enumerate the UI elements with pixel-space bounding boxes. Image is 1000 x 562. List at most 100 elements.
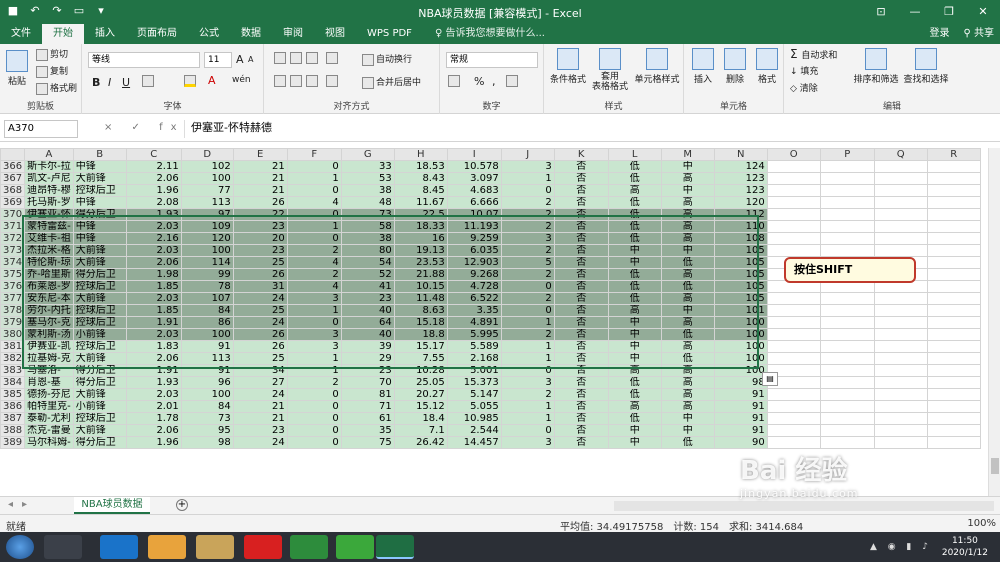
cell[interactable]: 24 (232, 316, 288, 329)
cell[interactable]: 蒙特雷兹- (24, 220, 74, 233)
cell[interactable] (873, 184, 928, 197)
cell[interactable]: 105 (713, 292, 768, 305)
cell[interactable] (926, 292, 981, 305)
cell[interactable] (873, 328, 928, 341)
format-painter-button[interactable]: 格式刷 (36, 81, 77, 95)
cell[interactable]: 高 (660, 172, 715, 185)
cell[interactable] (819, 352, 875, 365)
cell[interactable]: 中 (607, 328, 662, 341)
cell[interactable] (766, 436, 821, 449)
cell[interactable]: 否 (553, 184, 609, 197)
cell[interactable]: 拉基姆-克 (24, 352, 74, 365)
column-header[interactable]: G (340, 148, 395, 161)
cell[interactable]: 4.891 (446, 316, 502, 329)
cell[interactable] (873, 160, 928, 173)
cell[interactable]: 0 (286, 412, 342, 425)
cell[interactable]: 97 (180, 208, 234, 221)
cell[interactable]: 0 (286, 388, 342, 401)
add-sheet-icon[interactable]: + (176, 499, 188, 511)
border-button[interactable] (142, 75, 156, 87)
cell[interactable]: 马塞洛- (24, 364, 74, 377)
row-header[interactable]: 388 (0, 424, 26, 437)
system-tray[interactable]: ▲ ◉ ▮ ♪ (870, 542, 932, 552)
fill-color-button[interactable] (184, 75, 198, 87)
cell[interactable]: 2.03 (125, 244, 182, 257)
cell[interactable] (766, 304, 821, 317)
cell[interactable]: 15.12 (393, 400, 448, 413)
tab-home[interactable]: 开始 (42, 24, 84, 44)
cell[interactable]: 91 (713, 388, 768, 401)
cell[interactable]: 4.683 (446, 184, 502, 197)
cell[interactable] (873, 436, 928, 449)
cell[interactable] (819, 412, 875, 425)
cell[interactable]: 否 (553, 436, 609, 449)
cell[interactable] (766, 160, 821, 173)
cell[interactable] (873, 316, 928, 329)
cell[interactable]: 大前锋 (72, 292, 127, 305)
cell[interactable]: 112 (713, 208, 768, 221)
cell[interactable]: 否 (553, 388, 609, 401)
cell[interactable] (819, 364, 875, 377)
cell[interactable]: 得分后卫 (72, 208, 127, 221)
cell[interactable]: 24 (232, 292, 288, 305)
cell[interactable]: 11.48 (393, 292, 448, 305)
cell[interactable]: 低 (607, 292, 662, 305)
cell[interactable]: 10.28 (393, 364, 448, 377)
cell[interactable]: 123 (713, 172, 768, 185)
quick-analysis-icon[interactable]: ▤ (762, 372, 778, 386)
cell[interactable]: 1.93 (125, 208, 182, 221)
cell[interactable] (926, 388, 981, 401)
fill-button[interactable]: ↓ 填充 (790, 64, 818, 77)
cell[interactable] (926, 364, 981, 377)
cell[interactable]: 0 (286, 160, 342, 173)
cell[interactable]: 中 (607, 424, 662, 437)
percent-button[interactable]: % (474, 75, 484, 88)
cell[interactable]: 低 (660, 280, 715, 293)
cell[interactable]: 否 (553, 232, 609, 245)
table-row[interactable]: 386 帕特里克- 小前锋 2.01 84 21 0 71 15.12 5.055 1 否高高 91 (0, 400, 981, 413)
cell[interactable] (873, 352, 928, 365)
cell[interactable]: 23 (340, 292, 395, 305)
row-header[interactable]: 383 (0, 364, 26, 377)
cell[interactable]: 25 (232, 304, 288, 317)
row-header[interactable]: 373 (0, 244, 26, 257)
cell[interactable] (766, 184, 821, 197)
column-header[interactable]: Q (873, 148, 928, 161)
cell[interactable] (819, 328, 875, 341)
cell[interactable]: 高 (660, 316, 715, 329)
table-row[interactable]: 368 迪昂特-穆 控球后卫 1.96 77 21 0 38 8.45 4.683 0 否高中 123 (0, 184, 981, 197)
cell[interactable] (819, 304, 875, 317)
cell[interactable]: 杰克-雷曼 (24, 424, 74, 437)
cell[interactable]: 101 (713, 304, 768, 317)
cell[interactable]: 8.63 (393, 304, 448, 317)
clock[interactable]: 11:50 2020/1/12 (942, 535, 988, 559)
cell[interactable]: 110 (713, 220, 768, 233)
cell[interactable]: 21 (232, 172, 288, 185)
cell[interactable] (819, 244, 875, 257)
table-row[interactable]: 377 安东尼-本 大前锋 2.03 107 24 3 23 11.48 6.522 2 否低高 105 (0, 292, 981, 305)
cell[interactable] (926, 232, 981, 245)
cell[interactable]: 0 (286, 232, 342, 245)
cell[interactable]: 迪昂特-穆 (24, 184, 74, 197)
cell[interactable]: 伊塞亚-怀 (24, 208, 74, 221)
row-header[interactable]: 386 (0, 400, 26, 413)
cell[interactable]: 低 (660, 436, 715, 449)
cell[interactable] (873, 244, 928, 257)
cell[interactable]: 否 (553, 244, 609, 257)
cell[interactable]: 高 (607, 364, 662, 377)
cell[interactable]: 75 (340, 436, 395, 449)
cell[interactable]: 1 (500, 316, 555, 329)
cell[interactable]: 低 (607, 376, 662, 389)
cell[interactable]: 25 (232, 256, 288, 269)
cell[interactable]: 2 (500, 268, 555, 281)
cell[interactable] (873, 364, 928, 377)
cell[interactable]: 低 (607, 220, 662, 233)
cell[interactable]: 高 (660, 196, 715, 209)
row-header[interactable]: 375 (0, 268, 26, 281)
cell[interactable] (926, 280, 981, 293)
cut-button[interactable]: 剪切 (36, 47, 68, 61)
cell[interactable]: 1.91 (125, 364, 182, 377)
cell[interactable]: 8.43 (393, 172, 448, 185)
cell[interactable] (926, 400, 981, 413)
italic-button[interactable]: I (108, 76, 111, 89)
